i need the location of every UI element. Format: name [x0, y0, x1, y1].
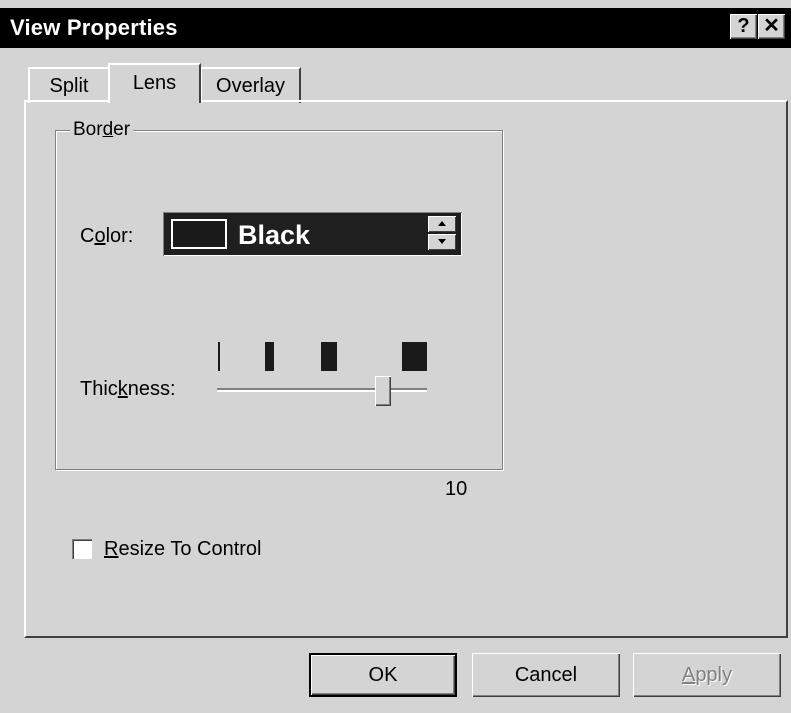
tab-lens-label: Lens — [132, 72, 177, 94]
border-groupbox — [55, 130, 503, 470]
color-spin-up[interactable] — [428, 216, 456, 232]
close-button[interactable]: ✕ — [758, 14, 785, 39]
tab-overlay-label: Overlay — [216, 75, 285, 97]
thickness-slider-thumb[interactable] — [375, 376, 391, 406]
resize-to-control-label[interactable]: Resize To Control — [104, 538, 262, 561]
thickness-mark-medium — [265, 342, 274, 371]
tab-split-label: Split — [49, 75, 89, 97]
cancel-button[interactable]: Cancel — [472, 653, 620, 697]
spin-up-icon — [438, 221, 446, 226]
thickness-label: Thickness: — [80, 378, 176, 400]
help-button[interactable]: ? — [730, 14, 757, 39]
border-group-label: Border — [70, 119, 134, 141]
thickness-mark-thin — [218, 342, 220, 371]
help-icon: ? — [737, 15, 750, 37]
tab-lens[interactable]: Lens — [108, 63, 201, 103]
tab-overlay[interactable]: Overlay — [200, 67, 301, 103]
thickness-mark-thickest — [402, 342, 427, 371]
spin-down-icon — [438, 239, 446, 244]
close-icon: ✕ — [763, 15, 780, 37]
apply-button[interactable]: Apply — [633, 653, 781, 697]
color-value: Black — [238, 220, 311, 250]
thickness-value: 10 — [445, 478, 468, 500]
tab-split[interactable]: Split — [28, 67, 110, 103]
color-label: Color: — [80, 225, 134, 247]
color-spin-down[interactable] — [428, 234, 456, 250]
color-swatch — [171, 219, 227, 249]
thickness-mark-thick — [321, 342, 337, 371]
ok-button[interactable]: OK — [309, 653, 457, 697]
resize-to-control-checkbox[interactable] — [72, 539, 92, 559]
window-title: View Properties — [10, 15, 178, 40]
thickness-slider-track-highlight — [217, 390, 427, 392]
